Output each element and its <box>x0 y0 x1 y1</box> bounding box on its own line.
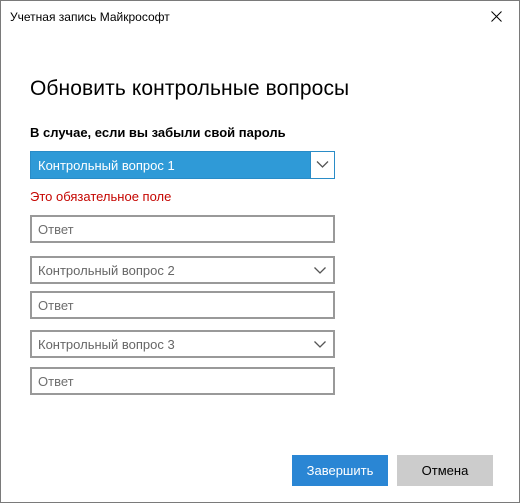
cancel-button[interactable]: Отмена <box>397 455 493 486</box>
chevron-down-icon <box>314 341 326 348</box>
section-label: В случае, если вы забыли свой пароль <box>30 125 286 140</box>
page-title: Обновить контрольные вопросы <box>30 77 350 100</box>
security-question-1-label: Контрольный вопрос 1 <box>38 158 175 173</box>
security-question-3-select[interactable]: Контрольный вопрос 3 <box>30 330 335 358</box>
close-button[interactable] <box>473 1 519 32</box>
security-answer-1-input[interactable] <box>30 215 335 243</box>
security-answer-2-input[interactable] <box>30 291 335 319</box>
security-answer-3-input[interactable] <box>30 367 335 395</box>
security-question-2-label: Контрольный вопрос 2 <box>38 263 175 278</box>
finish-button[interactable]: Завершить <box>292 455 388 486</box>
chevron-down-icon <box>314 267 326 274</box>
security-question-3-label: Контрольный вопрос 3 <box>38 337 175 352</box>
title-bar: Учетная запись Майкрософт <box>1 1 519 32</box>
dropdown-button[interactable] <box>310 152 334 178</box>
dialog-window: Учетная запись Майкрософт Обновить контр… <box>0 0 520 503</box>
window-title: Учетная запись Майкрософт <box>10 10 170 24</box>
security-question-1-select[interactable]: Контрольный вопрос 1 <box>30 151 335 179</box>
required-field-error: Это обязательное поле <box>30 189 172 204</box>
security-question-2-select[interactable]: Контрольный вопрос 2 <box>30 256 335 284</box>
close-icon <box>490 11 502 22</box>
chevron-down-icon <box>316 161 329 168</box>
